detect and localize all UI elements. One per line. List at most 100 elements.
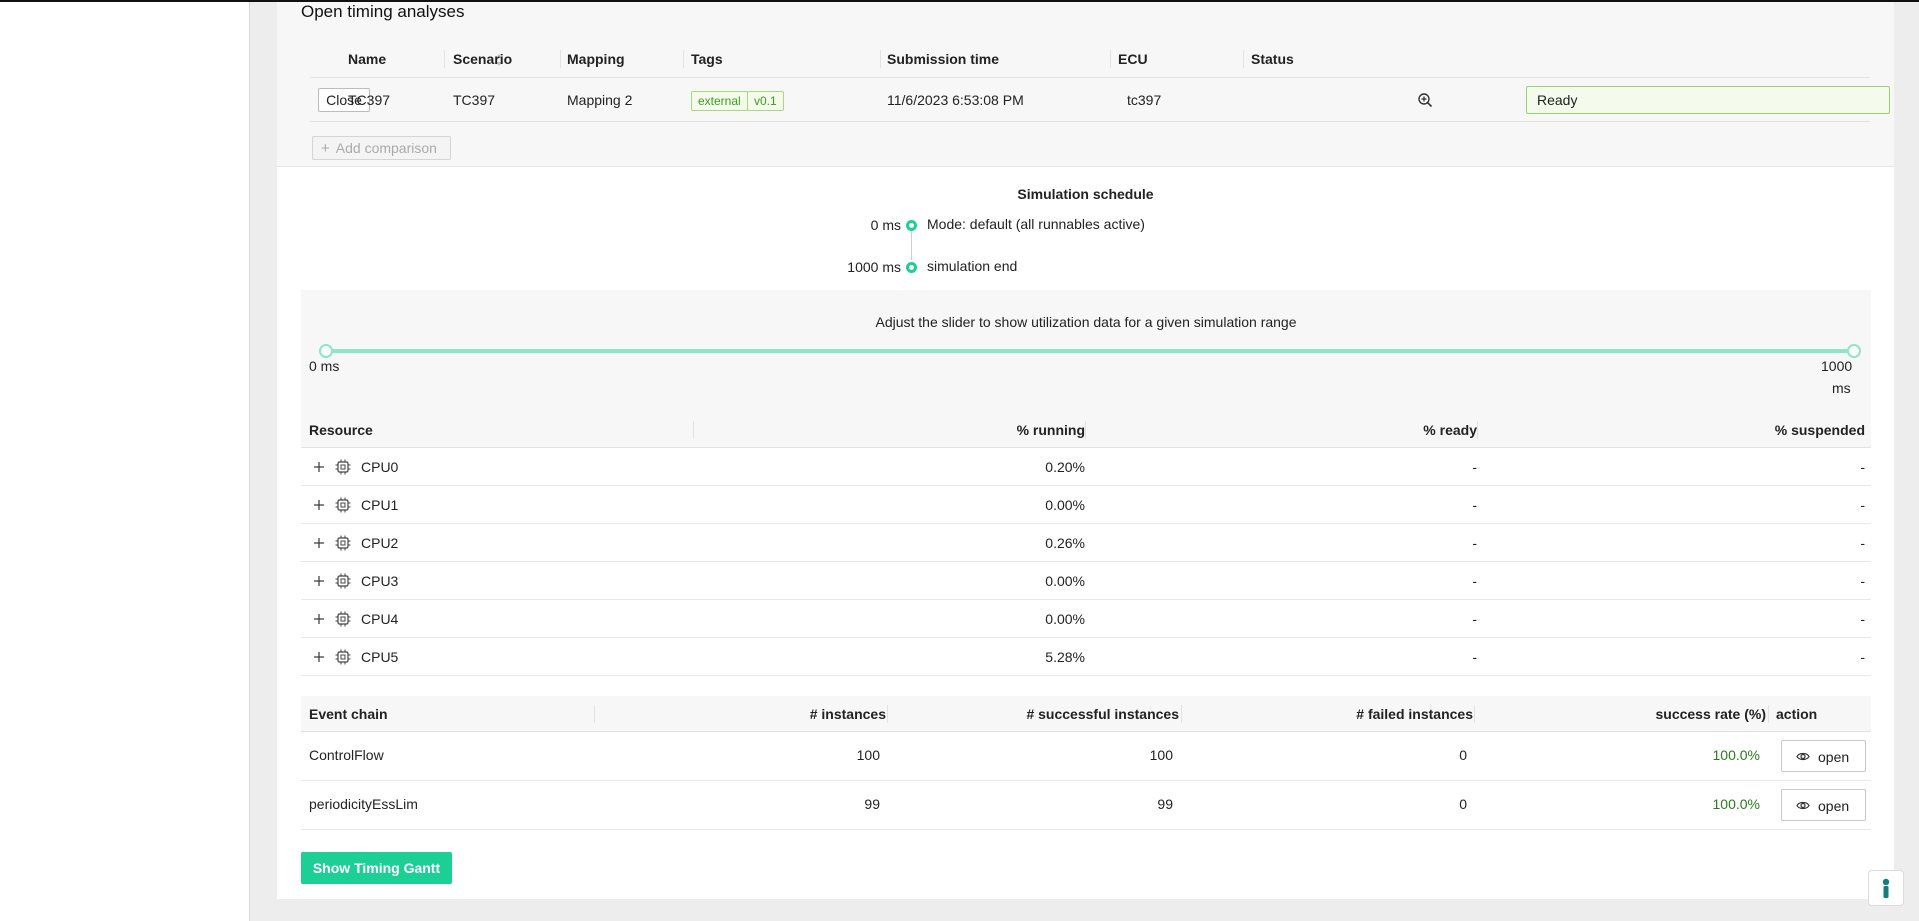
column-header-status: Status (1251, 51, 1294, 67)
event-chain-success-rate: 100.0% (1712, 747, 1760, 763)
column-divider (1768, 705, 1769, 723)
slider-caption: Adjust the slider to show utilization da… (875, 314, 1297, 330)
open-event-chain-button[interactable]: open (1781, 789, 1866, 821)
column-header-failed: # failed instances (1356, 706, 1473, 722)
analysis-name: TC397 (348, 92, 391, 108)
timing-analysis-card: Open timing analyses Name Scenario Mappi… (277, 2, 1894, 899)
tag-external: external (691, 91, 748, 111)
schedule-marker (906, 220, 917, 231)
resource-row: CPU0 0.20% - - (301, 448, 1871, 486)
event-chain-failed: 0 (1459, 747, 1467, 763)
expand-plus-icon[interactable] (313, 537, 325, 549)
expand-plus-icon[interactable] (313, 651, 325, 663)
column-divider (444, 50, 445, 68)
resource-name: CPU0 (361, 459, 399, 475)
eye-icon (1796, 801, 1810, 810)
column-header-successful: # successful instances (1026, 706, 1179, 722)
resource-running: 0.00% (1045, 611, 1085, 627)
slider-handle-start[interactable] (319, 344, 333, 358)
column-header-submission-time: Submission time (887, 51, 1000, 67)
resource-table: Resource % running % ready % suspended C… (301, 412, 1871, 676)
resource-ready: - (1472, 573, 1477, 589)
analysis-mapping: Mapping 2 (567, 92, 633, 108)
help-icon (1882, 878, 1890, 898)
section-title: Open timing analyses (301, 2, 465, 21)
open-analyses-panel: Open timing analyses Name Scenario Mappi… (277, 2, 1894, 167)
event-chain-instances: 99 (864, 796, 880, 812)
add-comparison-button[interactable]: + Add comparison (312, 136, 451, 160)
event-chain-successful: 99 (1157, 796, 1173, 812)
chip-icon (335, 459, 351, 475)
help-button[interactable] (1868, 870, 1904, 906)
column-header-event-chain: Event chain (309, 706, 388, 722)
simulation-schedule-title: Simulation schedule (1017, 186, 1154, 202)
column-header-tags: Tags (691, 51, 723, 67)
column-divider (1243, 50, 1244, 68)
schedule-label-start: Mode: default (all runnables active) (927, 216, 1145, 232)
chip-icon (335, 649, 351, 665)
resource-row: CPU2 0.26% - - (301, 524, 1871, 562)
event-chain-row: periodicityEssLim 99 99 0 100.0% open (301, 781, 1871, 830)
slider-min-label: 0 ms (309, 358, 340, 374)
event-chain-table: Event chain # instances # successful ins… (301, 696, 1871, 834)
slider-max-unit: ms (1832, 380, 1851, 396)
column-divider (560, 50, 561, 68)
resource-suspended: - (1860, 573, 1865, 589)
expand-plus-icon[interactable] (313, 613, 325, 625)
resource-ready: - (1472, 649, 1477, 665)
column-header-ready: % ready (1423, 422, 1477, 438)
schedule-timeline (911, 231, 912, 260)
analysis-submission-time: 11/6/2023 6:53:08 PM (887, 92, 1024, 108)
resource-row: CPU1 0.00% - - (301, 486, 1871, 524)
resource-running: 0.20% (1045, 459, 1085, 475)
resource-ready: - (1472, 459, 1477, 475)
column-header-name[interactable]: Name (348, 51, 386, 67)
expand-plus-icon[interactable] (313, 461, 325, 473)
slider-max-label: 1000 (1821, 358, 1853, 374)
column-header-resource: Resource (309, 422, 373, 438)
column-header-suspended: % suspended (1774, 422, 1865, 438)
resource-row: CPU4 0.00% - - (301, 600, 1871, 638)
event-chain-success-rate: 100.0% (1712, 796, 1760, 812)
event-chain-instances: 100 (856, 747, 880, 763)
column-divider (683, 50, 684, 68)
plus-icon: + (321, 139, 330, 157)
slider-handle-end[interactable] (1847, 344, 1861, 358)
main-content: Open timing analyses Name Scenario Mappi… (251, 2, 1919, 921)
resource-name: CPU2 (361, 535, 399, 551)
resource-ready: - (1472, 535, 1477, 551)
chip-icon (335, 573, 351, 589)
slider-track[interactable] (326, 349, 1854, 353)
event-chain-failed: 0 (1459, 796, 1467, 812)
chip-icon (335, 535, 351, 551)
resource-name: CPU5 (361, 649, 399, 665)
open-button-label: open (1818, 749, 1850, 765)
show-timing-gantt-button[interactable]: Show Timing Gantt (301, 852, 452, 884)
resource-ready: - (1472, 611, 1477, 627)
open-event-chain-button[interactable]: open (1781, 740, 1866, 772)
schedule-time-end: 1000 ms (847, 259, 901, 275)
analysis-row: Close TC397 TC397 Mapping 2 external v0.… (310, 78, 1890, 122)
event-chain-name: ControlFlow (309, 747, 384, 763)
resource-row: CPU3 0.00% - - (301, 562, 1871, 600)
event-chain-successful: 100 (1149, 747, 1173, 763)
zoom-in-icon[interactable] (1417, 92, 1433, 108)
resource-running: 0.00% (1045, 573, 1085, 589)
column-header-instances: # instances (809, 706, 886, 722)
schedule-label-end: simulation end (927, 258, 1018, 274)
resource-running: 0.00% (1045, 497, 1085, 513)
resource-suspended: - (1860, 459, 1865, 475)
column-header-action: action (1776, 706, 1818, 722)
resource-suspended: - (1860, 497, 1865, 513)
resource-running: 0.26% (1045, 535, 1085, 551)
resource-running: 5.28% (1045, 649, 1085, 665)
column-header-success-rate: success rate (%) (1655, 706, 1766, 722)
analysis-scenario: TC397 (453, 92, 496, 108)
expand-plus-icon[interactable] (313, 499, 325, 511)
column-header-ecu: ECU (1118, 51, 1148, 67)
expand-plus-icon[interactable] (313, 575, 325, 587)
open-button-label: open (1818, 798, 1850, 814)
column-divider (880, 50, 881, 68)
chip-icon (335, 497, 351, 513)
column-divider (1110, 50, 1111, 68)
